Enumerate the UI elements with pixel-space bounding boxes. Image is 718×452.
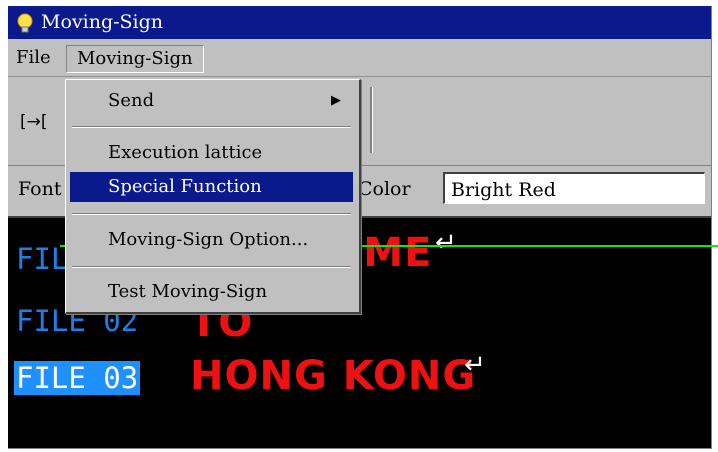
menu-item-label: Send: [108, 90, 155, 111]
menu-moving-sign[interactable]: Moving-Sign: [66, 45, 204, 73]
title-bar: Moving-Sign: [8, 6, 711, 39]
menu-item-special-function[interactable]: Special Function: [70, 172, 353, 202]
color-label: Color: [358, 178, 411, 200]
color-field[interactable]: Bright Red: [443, 172, 705, 204]
moving-sign-menu: Send ▶ Execution lattice Special Functio…: [65, 79, 361, 314]
window-title: Moving-Sign: [41, 11, 164, 33]
menu-item-moving-sign-option[interactable]: Moving-Sign Option...: [70, 225, 353, 255]
sign-line-3: HONG KONG: [190, 353, 477, 399]
menu-separator: [72, 126, 351, 128]
submenu-arrow-icon: ▶: [331, 93, 341, 108]
menu-item-execution-lattice[interactable]: Execution lattice: [70, 138, 353, 168]
file-label-03[interactable]: FILE 03: [14, 361, 141, 395]
menu-item-test-moving-sign[interactable]: Test Moving-Sign: [70, 277, 353, 307]
menu-item-send[interactable]: Send ▶: [70, 86, 353, 116]
send-arrow-icon[interactable]: [→[: [20, 105, 60, 139]
menu-separator: [72, 266, 351, 268]
return-icon: ↵: [464, 350, 486, 380]
return-icon: ↵: [435, 228, 457, 258]
font-label: Font: [18, 178, 62, 200]
menu-bar: File Moving-Sign: [8, 39, 711, 77]
menu-separator: [72, 213, 351, 215]
toolbar-separator: [370, 87, 373, 153]
lightbulb-icon: [17, 13, 33, 33]
menu-file[interactable]: File: [12, 45, 55, 71]
